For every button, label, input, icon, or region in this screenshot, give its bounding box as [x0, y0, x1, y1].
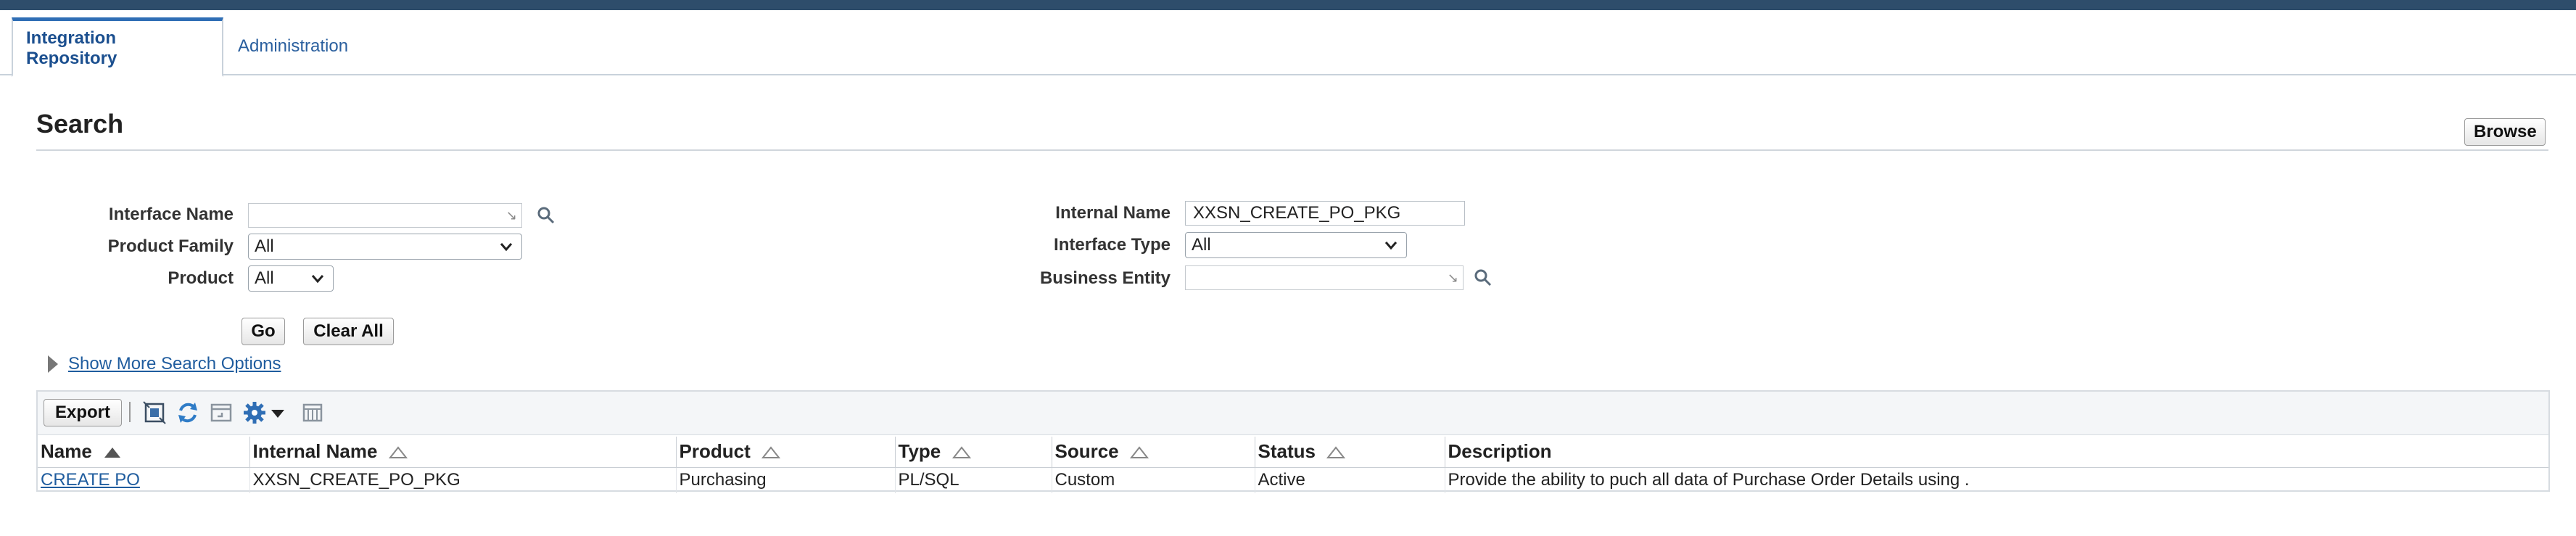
product-family-label: Product Family: [107, 236, 234, 256]
column-header-type[interactable]: Type: [895, 437, 1052, 468]
column-header-internal-name[interactable]: Internal Name: [249, 437, 677, 468]
cell-type: PL/SQL: [895, 467, 1052, 493]
detach-icon[interactable]: [142, 400, 167, 425]
column-header-name[interactable]: Name: [38, 437, 250, 468]
column-header-label: Product: [679, 440, 751, 463]
column-header-label: Status: [1258, 440, 1316, 463]
interface-type-label: Interface Type: [1054, 235, 1171, 255]
chevron-down-icon: [500, 243, 513, 252]
interface-name-label: Interface Name: [108, 205, 234, 224]
export-button[interactable]: Export: [44, 399, 122, 426]
product-select[interactable]: All: [248, 265, 334, 292]
tab-integration-repository[interactable]: Integration Repository: [12, 17, 223, 77]
interface-name-link[interactable]: CREATE PO: [41, 470, 140, 490]
chevron-down-icon[interactable]: [268, 400, 287, 425]
product-value: All: [255, 268, 274, 288]
table-row: CREATE PO XXSN_CREATE_PO_PKG Purchasing …: [38, 467, 2548, 493]
column-header-product[interactable]: Product: [676, 437, 896, 468]
interface-name-field[interactable]: ↘: [248, 203, 522, 228]
product-family-select[interactable]: All: [248, 234, 522, 260]
cell-description: Provide the ability to puch all data of …: [1448, 470, 1970, 490]
column-header-label: Source: [1054, 440, 1119, 463]
cell-status: Active: [1255, 467, 1445, 493]
column-header-description: Description: [1445, 437, 2548, 468]
show-more-search-options[interactable]: Show More Search Options: [48, 354, 281, 374]
column-header-label: Description: [1448, 440, 1552, 463]
refresh-icon[interactable]: [176, 400, 200, 425]
column-header-label: Type: [898, 440, 941, 463]
sort-ascending-icon[interactable]: [103, 446, 122, 459]
internal-name-label: Internal Name: [1055, 203, 1171, 223]
chevron-down-icon: [1384, 242, 1398, 250]
lov-arrow-icon: ↘: [505, 208, 517, 223]
freeze-icon[interactable]: [209, 400, 234, 425]
section-title: Search: [36, 109, 124, 139]
disclosure-icon[interactable]: [48, 355, 58, 373]
show-more-search-options-link[interactable]: Show More Search Options: [68, 354, 281, 374]
browse-button[interactable]: Browse: [2464, 118, 2546, 146]
business-entity-field[interactable]: ↘: [1185, 265, 1464, 290]
column-header-source[interactable]: Source: [1052, 437, 1255, 468]
tab-administration[interactable]: Administration: [225, 17, 361, 75]
business-entity-label: Business Entity: [1039, 268, 1171, 288]
cell-source: Custom: [1052, 467, 1255, 493]
columns-icon[interactable]: [300, 400, 325, 425]
go-button[interactable]: Go: [242, 318, 285, 345]
interface-type-select[interactable]: All: [1185, 232, 1407, 258]
search-icon[interactable]: [535, 205, 557, 226]
clear-all-button[interactable]: Clear All: [303, 318, 394, 345]
sort-neutral-icon[interactable]: [1326, 446, 1346, 459]
cell-product: Purchasing: [676, 467, 896, 493]
product-label: Product: [168, 268, 234, 288]
chevron-down-icon: [311, 275, 324, 284]
toolbar-separator: [129, 402, 131, 422]
results-toolbar: Export: [38, 392, 2548, 435]
results-grid: Name Internal Name Product Type Source S…: [38, 437, 2548, 493]
sort-neutral-icon[interactable]: [388, 446, 408, 459]
section-divider: [36, 149, 2548, 151]
column-header-label: Internal Name: [252, 440, 378, 463]
cell-internal-name: XXSN_CREATE_PO_PKG: [249, 467, 677, 493]
interface-type-value: All: [1192, 235, 1211, 255]
sort-neutral-icon[interactable]: [1129, 446, 1149, 459]
tab-bar: Integration Repository Administration: [0, 10, 2576, 77]
business-entity-input[interactable]: [1186, 266, 1463, 289]
sort-neutral-icon[interactable]: [951, 446, 971, 459]
internal-name-input[interactable]: [1185, 201, 1465, 226]
gear-icon[interactable]: [242, 400, 267, 425]
column-header-status[interactable]: Status: [1255, 437, 1445, 468]
table-header-row: Name Internal Name Product Type Source S…: [38, 437, 2548, 468]
results-table: Export Name Internal Name Product Type S…: [36, 390, 2550, 493]
product-family-value: All: [255, 236, 274, 256]
top-banner: [0, 0, 2576, 10]
column-header-label: Name: [41, 440, 92, 463]
lov-arrow-icon: ↘: [1447, 271, 1458, 285]
search-icon[interactable]: [1472, 267, 1494, 289]
sort-neutral-icon[interactable]: [761, 446, 780, 459]
cell-name[interactable]: CREATE PO: [38, 467, 250, 493]
interface-name-input[interactable]: [249, 204, 521, 227]
